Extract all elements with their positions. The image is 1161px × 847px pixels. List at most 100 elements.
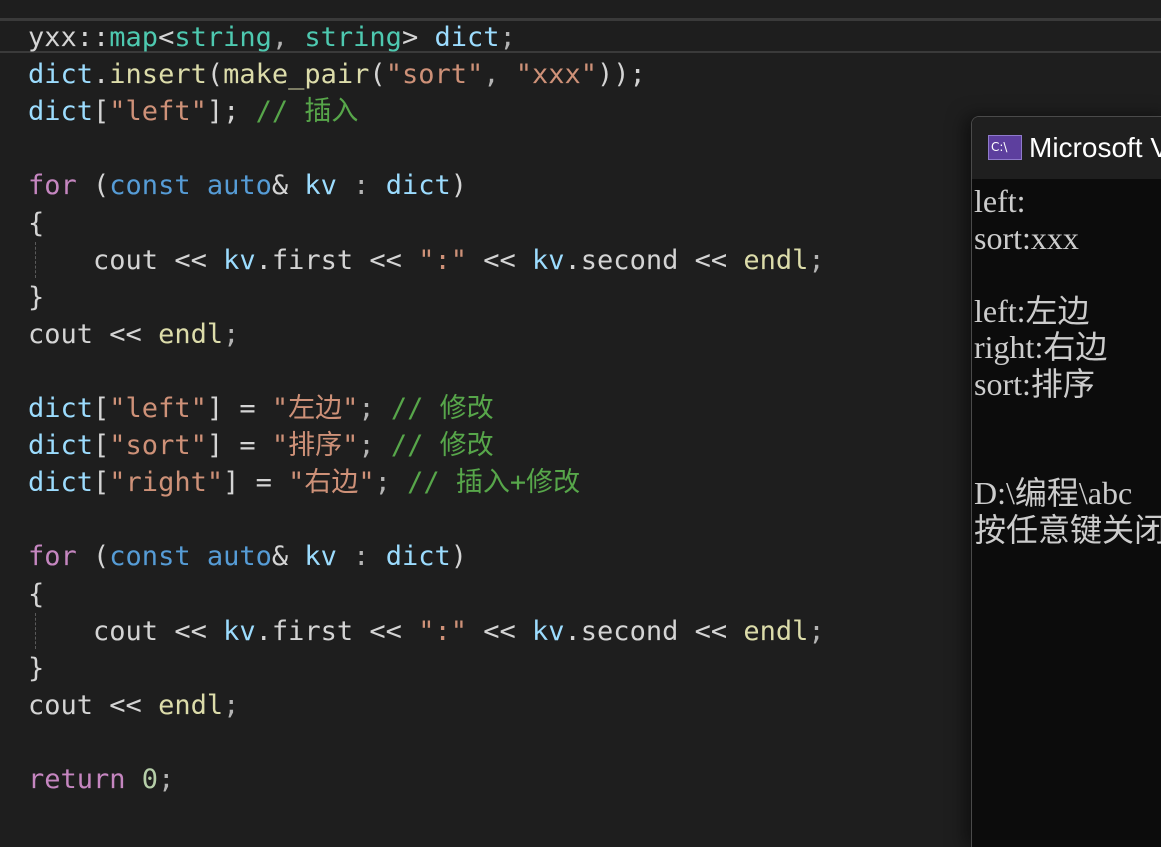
code-token: "左边" [271, 393, 359, 424]
code-line[interactable]: { [28, 205, 44, 242]
code-token: > [401, 22, 435, 53]
code-token: ; [223, 318, 240, 350]
code-line[interactable]: for (const auto& kv : dict) [28, 167, 467, 204]
code-line[interactable]: cout << endl; [28, 316, 239, 353]
code-token: "sort" [109, 430, 207, 462]
code-token: ] = [206, 393, 272, 424]
code-token: ; [499, 22, 516, 53]
code-token: & [271, 170, 305, 202]
code-token: // 修改 [390, 393, 494, 424]
code-token: dict [28, 96, 94, 128]
code-token: ; [158, 764, 175, 795]
code-token: [ [93, 393, 110, 424]
code-line[interactable]: dict["sort"] = "排序"; // 修改 [28, 427, 494, 464]
code-token: { [28, 207, 45, 239]
code-token: first [271, 615, 370, 647]
code-token: dict [28, 393, 94, 424]
code-token: << [109, 689, 159, 721]
console-title: Microsoft Visual Studio 调试控制台 [1029, 132, 1161, 163]
code-token: . [564, 244, 581, 276]
code-token: first [271, 244, 370, 276]
code-token: ] = [206, 430, 272, 462]
code-line[interactable]: } [28, 650, 44, 687]
code-token: ; [808, 615, 825, 647]
code-line[interactable]: cout << kv.first << ":" << kv.second << … [28, 613, 825, 650]
code-token: << [694, 244, 744, 276]
code-token: , [271, 22, 305, 53]
code-token: cout [28, 318, 110, 350]
code-token: << [694, 615, 744, 647]
debug-console-window[interactable]: C:\ Microsoft Visual Studio 调试控制台 left:s… [971, 116, 1161, 847]
code-token: kv [223, 244, 256, 276]
code-token: dict [28, 430, 94, 462]
code-line[interactable]: dict.insert(make_pair("sort", "xxx")); [28, 56, 646, 93]
code-token: ; [358, 430, 391, 462]
code-line[interactable]: dict["left"]; // 插入 [28, 93, 358, 130]
console-output-line: left:左边 [974, 292, 1090, 329]
console-output-line: 按任意键关闭 [974, 511, 1161, 548]
code-token: "left" [109, 393, 207, 424]
code-token: : [353, 541, 386, 573]
code-token: map [109, 22, 159, 53]
code-token: ( [369, 59, 386, 91]
console-output-line: right:右边 [974, 329, 1108, 365]
code-token: const [109, 541, 207, 573]
code-token: // 插入 [255, 96, 359, 128]
code-token: . [93, 59, 110, 91]
code-token: [ [93, 96, 110, 128]
code-token: ( [206, 59, 224, 91]
code-token: kv [532, 244, 565, 276]
code-token: dict [385, 541, 451, 573]
code-token: kv [304, 170, 354, 202]
console-output-line: sort:xxx [974, 219, 1079, 256]
code-token: cout [28, 689, 110, 721]
code-token: make_pair [223, 59, 370, 91]
console-titlebar[interactable]: C:\ Microsoft Visual Studio 调试控制台 [972, 117, 1161, 179]
code-line[interactable]: cout << endl; [28, 687, 239, 724]
code-token: endl [743, 244, 809, 276]
code-token: ) [450, 170, 467, 202]
code-token: // 插入+修改 [407, 467, 581, 499]
code-token: "xxx" [515, 59, 598, 91]
code-line[interactable]: dict["right"] = "右边"; // 插入+修改 [28, 464, 580, 501]
code-line[interactable]: return 0; [28, 761, 174, 798]
code-token: << [174, 244, 224, 276]
code-token: "右边" [288, 467, 375, 499]
code-token: )); [597, 59, 646, 91]
code-token: second [580, 615, 695, 647]
code-token: "sort" [385, 59, 484, 91]
code-token: ( [93, 170, 110, 202]
code-token: & [271, 541, 305, 573]
code-line[interactable]: for (const auto& kv : dict) [28, 538, 467, 575]
code-token: second [580, 244, 695, 276]
code-token: kv [304, 541, 354, 573]
code-token: . [255, 615, 272, 647]
code-token: } [28, 652, 45, 684]
code-token: : [353, 170, 386, 202]
code-token: . [564, 615, 581, 647]
code-token: string [304, 22, 402, 53]
code-token: string [174, 22, 272, 53]
code-token: yxx [28, 22, 77, 53]
code-token: "left" [109, 96, 207, 128]
code-token: ) [450, 541, 467, 573]
code-line[interactable]: } [28, 279, 44, 316]
code-token: for [28, 541, 94, 573]
code-token: . [255, 244, 272, 276]
code-token: cout [28, 615, 175, 647]
code-token: } [28, 281, 45, 313]
code-line[interactable]: cout << kv.first << ":" << kv.second << … [28, 242, 825, 279]
code-token: , [483, 59, 516, 91]
code-token: return [28, 764, 142, 795]
code-token: const [109, 170, 207, 202]
code-line[interactable]: yxx::map<string, string> dict; [28, 19, 516, 56]
code-line[interactable]: { [28, 576, 44, 613]
code-token: ] = [223, 467, 289, 499]
code-token: << [369, 615, 419, 647]
code-token: << [369, 244, 419, 276]
code-token: kv [223, 615, 256, 647]
code-line[interactable]: dict["left"] = "左边"; // 修改 [28, 390, 494, 427]
code-token: ( [93, 541, 110, 573]
code-token: < [158, 22, 175, 53]
code-token: ; [374, 467, 408, 499]
